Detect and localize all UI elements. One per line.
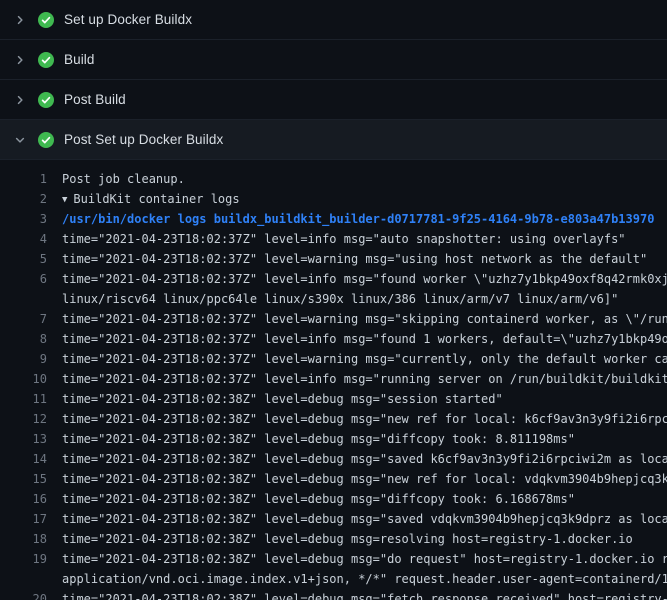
line-number[interactable]: 8	[0, 329, 47, 349]
log-text: time="2021-04-23T18:02:38Z" level=debug …	[47, 589, 667, 600]
log-text: time="2021-04-23T18:02:37Z" level=warnin…	[47, 309, 667, 329]
log-text: application/vnd.oci.image.index.v1+json,…	[47, 569, 667, 589]
log-text: time="2021-04-23T18:02:38Z" level=debug …	[47, 449, 667, 469]
log-text: time="2021-04-23T18:02:37Z" level=info m…	[47, 229, 667, 249]
log-line: linux/riscv64 linux/ppc64le linux/s390x …	[0, 289, 667, 309]
section-label: Build	[64, 52, 95, 67]
log-line: 11time="2021-04-23T18:02:38Z" level=debu…	[0, 389, 667, 409]
log-text: ▼ BuildKit container logs	[47, 189, 667, 209]
log-text: time="2021-04-23T18:02:38Z" level=debug …	[47, 409, 667, 429]
log-line: 20time="2021-04-23T18:02:38Z" level=debu…	[0, 589, 667, 600]
log-line: 8time="2021-04-23T18:02:37Z" level=info …	[0, 329, 667, 349]
log-text: time="2021-04-23T18:02:37Z" level=info m…	[47, 269, 667, 289]
chevron-right-icon[interactable]	[12, 52, 28, 68]
section-label: Set up Docker Buildx	[64, 12, 192, 27]
log-text: time="2021-04-23T18:02:38Z" level=debug …	[47, 389, 667, 409]
actions-log-viewer: Set up Docker Buildx Build Post Build Post …	[0, 0, 667, 600]
check-circle-icon	[38, 132, 54, 148]
log-line: application/vnd.oci.image.index.v1+json,…	[0, 569, 667, 589]
log-line: 6time="2021-04-23T18:02:37Z" level=info …	[0, 269, 667, 289]
log-line: 13time="2021-04-23T18:02:38Z" level=debu…	[0, 429, 667, 449]
section-header-set-up-docker-buildx[interactable]: Set up Docker Buildx	[0, 0, 667, 40]
log-text: Post job cleanup.	[47, 169, 667, 189]
section-header-post-build[interactable]: Post Build	[0, 80, 667, 120]
line-number	[0, 569, 47, 589]
log-text: time="2021-04-23T18:02:38Z" level=debug …	[47, 549, 667, 569]
log-line: 3/usr/bin/docker logs buildx_buildkit_bu…	[0, 209, 667, 229]
check-circle-icon	[38, 12, 54, 28]
line-number[interactable]: 11	[0, 389, 47, 409]
line-number[interactable]: 18	[0, 529, 47, 549]
section-label: Post Build	[64, 92, 126, 107]
log-line: 15time="2021-04-23T18:02:38Z" level=debu…	[0, 469, 667, 489]
line-number[interactable]: 16	[0, 489, 47, 509]
line-number[interactable]: 17	[0, 509, 47, 529]
line-number[interactable]: 9	[0, 349, 47, 369]
log-area: 1Post job cleanup.2 ▼ BuildKit container l…	[0, 160, 667, 600]
line-number[interactable]: 13	[0, 429, 47, 449]
log-text: linux/riscv64 linux/ppc64le linux/s390x …	[47, 289, 667, 309]
log-text: time="2021-04-23T18:02:38Z" level=debug …	[47, 509, 667, 529]
line-number[interactable]: 14	[0, 449, 47, 469]
log-text: time="2021-04-23T18:02:37Z" level=info m…	[47, 369, 667, 389]
log-line: 2 ▼ BuildKit container logs	[0, 189, 667, 209]
step-list: Set up Docker Buildx Build Post Build Post …	[0, 0, 667, 160]
line-number[interactable]: 19	[0, 549, 47, 569]
log-command-text: /usr/bin/docker logs buildx_buildkit_bui…	[47, 209, 667, 229]
line-number[interactable]: 20	[0, 589, 47, 600]
log-line: 18time="2021-04-23T18:02:38Z" level=debu…	[0, 529, 667, 549]
log-text: time="2021-04-23T18:02:38Z" level=debug …	[47, 469, 667, 489]
chevron-down-icon[interactable]	[12, 132, 28, 148]
log-line: 19time="2021-04-23T18:02:38Z" level=debu…	[0, 549, 667, 569]
log-line: 5time="2021-04-23T18:02:37Z" level=warni…	[0, 249, 667, 269]
log-line: 17time="2021-04-23T18:02:38Z" level=debu…	[0, 509, 667, 529]
log-line: 12time="2021-04-23T18:02:38Z" level=debu…	[0, 409, 667, 429]
line-number	[0, 289, 47, 309]
log-line: 16time="2021-04-23T18:02:38Z" level=debu…	[0, 489, 667, 509]
log-group-label[interactable]: BuildKit container logs	[73, 192, 239, 206]
log-text: time="2021-04-23T18:02:37Z" level=info m…	[47, 329, 667, 349]
chevron-right-icon[interactable]	[12, 12, 28, 28]
log-line: 10time="2021-04-23T18:02:37Z" level=info…	[0, 369, 667, 389]
log-text: time="2021-04-23T18:02:37Z" level=warnin…	[47, 249, 667, 269]
check-circle-icon	[38, 52, 54, 68]
line-number[interactable]: 10	[0, 369, 47, 389]
section-header-build[interactable]: Build	[0, 40, 667, 80]
line-number[interactable]: 3	[0, 209, 47, 229]
log-line: 7time="2021-04-23T18:02:37Z" level=warni…	[0, 309, 667, 329]
line-number[interactable]: 12	[0, 409, 47, 429]
log-text: time="2021-04-23T18:02:37Z" level=warnin…	[47, 349, 667, 369]
line-number[interactable]: 2	[0, 189, 47, 209]
log-text: time="2021-04-23T18:02:38Z" level=debug …	[47, 429, 667, 449]
section-label: Post Set up Docker Buildx	[64, 132, 223, 147]
line-number[interactable]: 15	[0, 469, 47, 489]
log-line: 14time="2021-04-23T18:02:38Z" level=debu…	[0, 449, 667, 469]
log-text: time="2021-04-23T18:02:38Z" level=debug …	[47, 489, 667, 509]
section-header-post-set-up-docker-buildx[interactable]: Post Set up Docker Buildx	[0, 120, 667, 160]
log-line: 4time="2021-04-23T18:02:37Z" level=info …	[0, 229, 667, 249]
log-line: 1Post job cleanup.	[0, 169, 667, 189]
line-number[interactable]: 5	[0, 249, 47, 269]
log-text: time="2021-04-23T18:02:38Z" level=debug …	[47, 529, 667, 549]
line-number[interactable]: 6	[0, 269, 47, 289]
log-group-toggle-icon[interactable]: ▼	[62, 190, 67, 209]
line-number[interactable]: 1	[0, 169, 47, 189]
log-line: 9time="2021-04-23T18:02:37Z" level=warni…	[0, 349, 667, 369]
chevron-right-icon[interactable]	[12, 92, 28, 108]
line-number[interactable]: 4	[0, 229, 47, 249]
line-number[interactable]: 7	[0, 309, 47, 329]
check-circle-icon	[38, 92, 54, 108]
